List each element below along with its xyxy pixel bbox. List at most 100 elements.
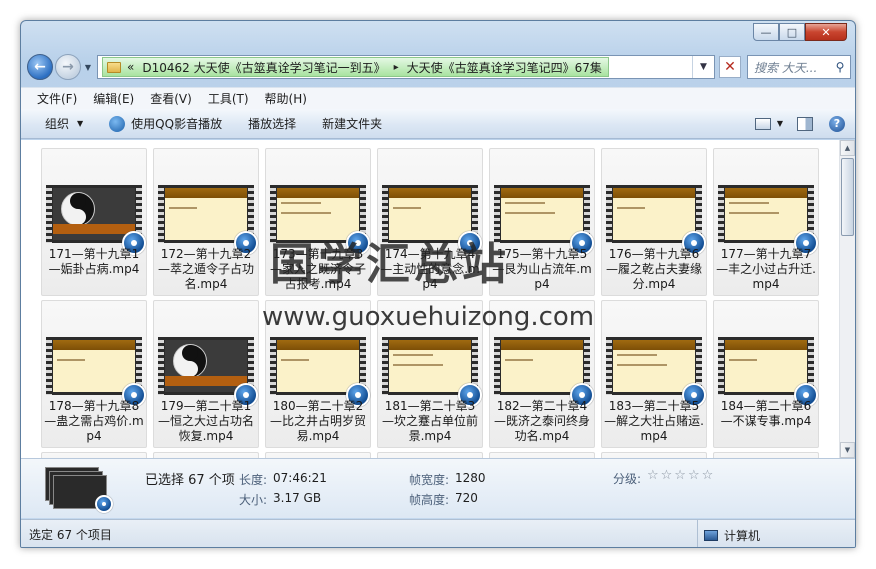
slide-header-band [165, 188, 247, 198]
play-qq-button[interactable]: 使用QQ影音播放 [109, 115, 222, 132]
slide-text-line [281, 202, 321, 204]
breadcrumb-overflow[interactable]: « [127, 60, 134, 74]
vertical-scrollbar[interactable]: ▲ ▼ [839, 140, 855, 458]
breadcrumb-separator-icon[interactable]: ▸ [394, 62, 399, 73]
preview-pane-icon[interactable] [797, 116, 813, 131]
minimize-button[interactable]: — [753, 23, 779, 41]
new-folder-button[interactable]: 新建文件夹 [322, 115, 382, 132]
play-selection-label: 播放选择 [248, 117, 297, 131]
slide-frame [725, 340, 807, 392]
slide-text-line [281, 212, 331, 214]
maximize-button[interactable]: □ [779, 23, 805, 41]
yinyang-icon [173, 344, 207, 378]
change-view-icon[interactable] [754, 117, 771, 130]
slide-text-line [393, 364, 443, 366]
menu-bar: 文件(F) 编辑(E) 查看(V) 工具(T) 帮助(H) [21, 87, 855, 109]
selected-count: 已选择 67 个项 [145, 473, 235, 488]
file-tile[interactable]: 184—第二十章6—不谋专事.mp4 [713, 300, 819, 448]
slide-text-line [505, 212, 555, 214]
menu-tools[interactable]: 工具(T) [208, 90, 249, 107]
slide-frame [501, 340, 583, 392]
breadcrumb-item-current[interactable]: 大天使《古筮真诠学习笔记四》67集 [407, 59, 602, 76]
menu-view[interactable]: 查看(V) [150, 90, 192, 107]
slide-header-band [277, 188, 359, 198]
menu-help[interactable]: 帮助(H) [265, 90, 307, 107]
menu-file[interactable]: 文件(F) [37, 90, 77, 107]
recent-pages-dropdown[interactable]: ▼ [83, 63, 93, 72]
slide-header-band [389, 340, 471, 350]
file-name: 182—第二十章4—既济之泰问终身功名.mp4 [493, 399, 590, 443]
slide-header-band [501, 340, 583, 350]
slide-frame [613, 188, 695, 240]
slide-header-band [725, 340, 807, 350]
frame-width-label: 帧宽度: [409, 473, 450, 487]
file-tile[interactable]: 179—第二十章1—恒之大过占功名恢复.mp4 [153, 300, 259, 448]
organize-label: 组织 [45, 117, 70, 131]
search-box[interactable]: 搜索 大天... ⚲ [747, 55, 851, 79]
file-name: 183—第二十章5—解之大壮占赌运.mp4 [604, 399, 704, 443]
slide-header-band [389, 188, 471, 198]
slide-text-line [281, 359, 309, 361]
file-tile[interactable]: 178—第十九章8—蛊之需占鸡价.mp4 [41, 300, 147, 448]
file-tile[interactable]: 172—第十九章2—萃之遁令子占功名.mp4 [153, 148, 259, 296]
organize-button[interactable]: 组织 ▼ [45, 115, 83, 132]
frame-width-value: 1280 [455, 471, 486, 485]
details-pane: 已选择 67 个项 长度: 07:46:21 大小: 3.17 GB 帧宽度: … [21, 458, 855, 518]
slide-header-band [53, 340, 135, 350]
title-band [165, 376, 247, 386]
scroll-thumb[interactable] [841, 158, 854, 236]
file-tile[interactable]: 176—第十九章6—履之乾占夫妻缘分.mp4 [601, 148, 707, 296]
refresh-stop-button[interactable]: ✕ [719, 56, 741, 78]
address-dropdown-button[interactable]: ▼ [692, 56, 714, 78]
slide-header-band [501, 188, 583, 198]
slide-text-line [393, 354, 433, 356]
slide-frame [389, 340, 471, 392]
rating-stars[interactable]: ☆☆☆☆☆ [647, 468, 715, 483]
rating-label: 分级: [613, 472, 642, 486]
file-name: 184—第二十章6—不谋专事.mp4 [720, 399, 812, 428]
chevron-down-icon: ▼ [77, 119, 84, 128]
slide-text-line [617, 364, 667, 366]
frame-height-label: 帧高度: [409, 493, 450, 507]
slide-text-line [505, 359, 533, 361]
watermark-url: www.guoxuehuizong.com [262, 302, 595, 332]
file-name: 180—第二十章2—比之井占明岁贸易.mp4 [269, 399, 366, 443]
search-input[interactable]: 搜索 大天... [754, 59, 830, 76]
length-value: 07:46:21 [273, 471, 327, 485]
slide-text-line [505, 202, 545, 204]
play-selection-button[interactable]: 播放选择 [248, 115, 296, 132]
length-label: 长度: [239, 473, 268, 487]
menu-edit[interactable]: 编辑(E) [93, 90, 134, 107]
slide-text-line [729, 212, 779, 214]
yinyang-frame [53, 188, 135, 240]
breadcrumb-item-parent[interactable]: D10462 大天使《古筮真诠学习笔记一到五》 [142, 59, 385, 76]
slide-frame [613, 340, 695, 392]
slide-frame [501, 188, 583, 240]
help-icon[interactable]: ? [829, 115, 845, 132]
caption-buttons: — □ ✕ [753, 23, 847, 41]
back-button[interactable]: ← [27, 54, 53, 80]
file-name: 172—第十九章2—萃之遁令子占功名.mp4 [157, 247, 254, 291]
status-location: 计算机 [697, 520, 760, 547]
qq-player-icon [109, 115, 126, 132]
slide-header-band [277, 340, 359, 350]
slide-text-line [57, 359, 85, 361]
forward-button[interactable]: → [55, 54, 81, 80]
slide-text-line [617, 207, 645, 209]
file-tile[interactable]: 171—第十九章1—姤卦占病.mp4 [41, 148, 147, 296]
slide-frame [165, 188, 247, 240]
address-bar[interactable]: « D10462 大天使《古筮真诠学习笔记一到五》 ▸ 大天使《古筮真诠学习笔记… [97, 55, 715, 79]
close-button[interactable]: ✕ [805, 23, 847, 41]
slide-text-line [729, 202, 769, 204]
file-tile[interactable]: 183—第二十章5—解之大壮占赌运.mp4 [601, 300, 707, 448]
view-options-dropdown[interactable]: ▼ [777, 119, 783, 128]
status-bar: 选定 67 个项目 计算机 [21, 519, 855, 547]
file-tile[interactable]: 177—第十九章7—丰之小过占升迁.mp4 [713, 148, 819, 296]
scroll-down-button[interactable]: ▼ [840, 442, 855, 458]
scroll-up-button[interactable]: ▲ [840, 140, 855, 156]
file-name: 179—第二十章1—恒之大过占功名恢复.mp4 [157, 399, 254, 443]
navigation-row: ← → ▼ « D10462 大天使《古筮真诠学习笔记一到五》 ▸ 大天使《古筮… [27, 53, 851, 81]
search-icon[interactable]: ⚲ [830, 60, 850, 74]
slide-text-line [393, 207, 421, 209]
file-list-area: 171—第十九章1—姤卦占病.mp4 172—第十九章2—萃之遁令子占功名.mp4… [21, 140, 841, 458]
